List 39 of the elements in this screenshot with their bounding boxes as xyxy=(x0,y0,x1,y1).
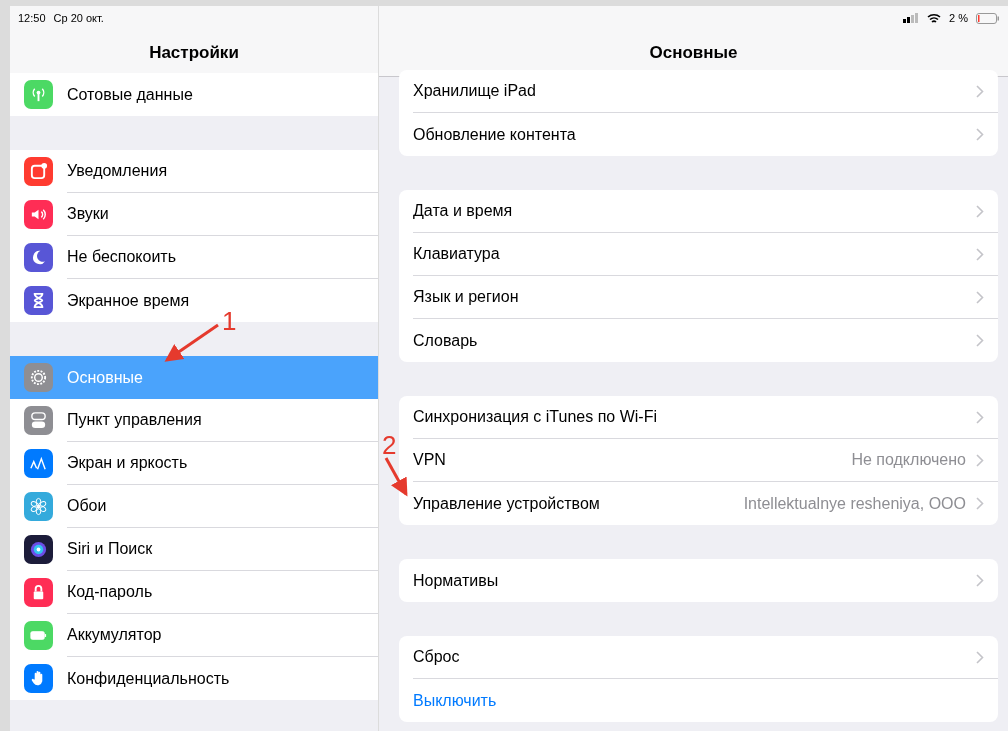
flower-icon xyxy=(29,497,48,516)
settings-row[interactable]: Обновление контента xyxy=(399,113,998,156)
sidebar-title: Настройки xyxy=(148,42,240,64)
chevron-icon xyxy=(976,290,984,304)
settings-row[interactable]: Язык и регион xyxy=(399,276,998,319)
chevron-icon xyxy=(976,410,984,424)
page-title: Основные xyxy=(648,42,739,64)
settings-row[interactable]: Сброс xyxy=(399,636,998,679)
chevron-icon xyxy=(976,574,984,587)
chevron-icon xyxy=(976,497,984,510)
settings-row[interactable]: Хранилище iPad xyxy=(399,70,998,113)
settings-row[interactable]: Дата и время xyxy=(399,190,998,233)
toggles-icon xyxy=(29,411,48,430)
settings-row[interactable]: Управление устройством Intellektualnye resheniya, OOO xyxy=(399,482,998,525)
status-time: 12:50 xyxy=(18,12,46,24)
wifi-icon xyxy=(927,12,942,24)
chevron-icon xyxy=(976,204,984,218)
chevron-icon xyxy=(976,247,984,261)
chevron-icon xyxy=(976,650,984,664)
battery-percent: 2 % xyxy=(949,12,968,24)
annotation-arrow xyxy=(164,323,219,362)
battery-icon xyxy=(976,12,1000,24)
settings-row[interactable]: Словарь xyxy=(399,319,998,362)
chevron-icon xyxy=(976,334,984,347)
notification-icon xyxy=(29,162,48,181)
chevron-icon xyxy=(976,453,984,467)
annotation-arrow xyxy=(384,457,408,497)
action-row[interactable]: Выключить xyxy=(399,679,998,722)
settings-row[interactable]: Синхронизация с iTunes по Wi-Fi xyxy=(399,396,998,439)
settings-row[interactable]: Клавиатура xyxy=(399,233,998,276)
siri-orb-icon xyxy=(29,540,48,559)
settings-row[interactable]: VPN Не подключено xyxy=(399,439,998,482)
annotation-number: 2 xyxy=(382,432,397,458)
status-date: Ср 20 окт. xyxy=(53,12,104,24)
signal-icon xyxy=(903,13,920,23)
settings-icon xyxy=(29,368,48,387)
chevron-icon xyxy=(976,84,984,98)
chevron-icon xyxy=(976,128,984,141)
settings-row[interactable]: Нормативы xyxy=(399,559,998,602)
